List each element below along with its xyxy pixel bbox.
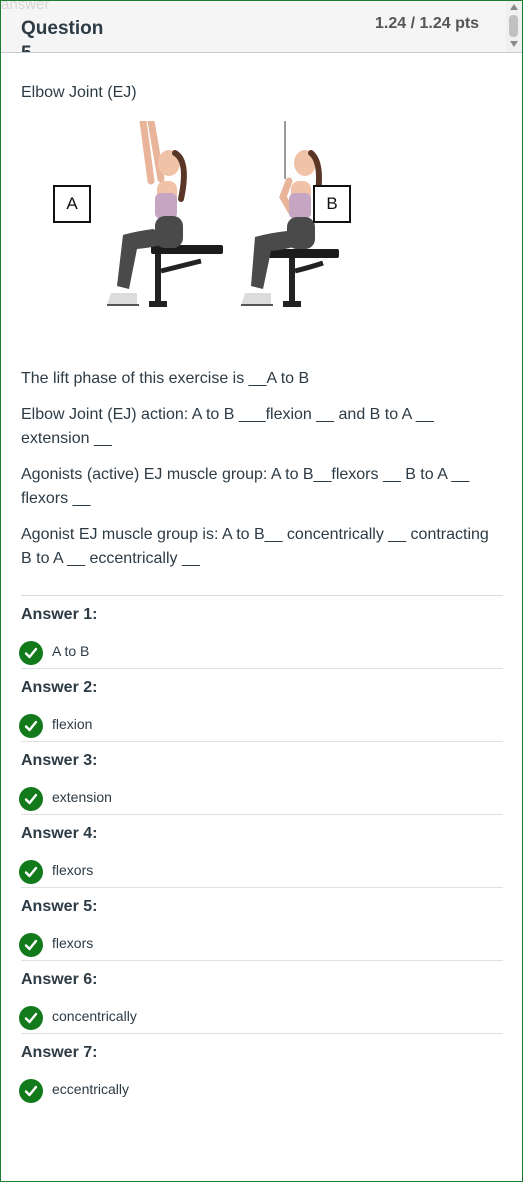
answer-value: extension bbox=[52, 789, 112, 805]
answer-block-2: Answer 2: flexion bbox=[19, 678, 503, 742]
figure-b bbox=[241, 150, 322, 306]
label-box-b: B bbox=[313, 185, 351, 223]
question-header: answer Question 5 1.24 / 1.24 pts bbox=[1, 1, 522, 53]
question-line-3: Agonists (active) EJ muscle group: A to … bbox=[21, 466, 470, 507]
answer-label: Answer 6: bbox=[21, 971, 98, 988]
check-circle-icon bbox=[19, 1006, 43, 1030]
answer-row: A to B bbox=[19, 635, 503, 669]
answer-label: Answer 7: bbox=[21, 1044, 98, 1061]
answer-row: flexors bbox=[19, 927, 503, 961]
header-scrollbar[interactable] bbox=[506, 1, 522, 52]
label-box-a: A bbox=[53, 185, 91, 223]
answer-label: Answer 2: bbox=[21, 679, 98, 696]
question-content: Elbow Joint (EJ) A B bbox=[21, 83, 503, 331]
question-line-1: The lift phase of this exercise is __A t… bbox=[21, 370, 310, 387]
answer-value: eccentrically bbox=[52, 1081, 130, 1097]
answer-value: flexors bbox=[52, 862, 94, 878]
exercise-figure: A B bbox=[51, 117, 371, 331]
answer-label: Answer 5: bbox=[21, 898, 98, 915]
answer-row: concentrically bbox=[19, 1000, 503, 1034]
answer-label: Answer 3: bbox=[21, 752, 98, 769]
check-circle-icon bbox=[19, 714, 43, 738]
answer-block-4: Answer 4: flexors bbox=[19, 824, 503, 888]
points-score: 1.24 / 1.24 pts bbox=[375, 15, 480, 32]
scroll-thumb[interactable] bbox=[509, 15, 518, 37]
exercise-illustration bbox=[107, 117, 339, 307]
question-card: answer Question 5 1.24 / 1.24 pts Elbow … bbox=[0, 0, 523, 1182]
answer-value: A to B bbox=[52, 643, 90, 659]
bench-a bbox=[149, 245, 223, 307]
answer-row: extension bbox=[19, 781, 503, 815]
scroll-down-arrow-icon[interactable] bbox=[510, 41, 518, 47]
question-line-4: Agonist EJ muscle group is: A to B__ con… bbox=[21, 526, 489, 567]
bench-b bbox=[267, 249, 339, 307]
check-circle-icon bbox=[19, 860, 43, 884]
answer-block-7: Answer 7: eccentrically bbox=[19, 1043, 503, 1107]
check-circle-icon bbox=[19, 641, 43, 665]
check-circle-icon bbox=[19, 1079, 43, 1103]
check-circle-icon bbox=[19, 787, 43, 811]
ghost-label: answer bbox=[1, 1, 50, 13]
answer-block-5: Answer 5: flexors bbox=[19, 897, 503, 961]
figure-a bbox=[107, 117, 187, 306]
answer-block-6: Answer 6: concentrically bbox=[19, 970, 503, 1034]
answer-row: eccentrically bbox=[19, 1073, 503, 1107]
answer-value: concentrically bbox=[52, 1008, 137, 1024]
answer-value: flexion bbox=[52, 716, 93, 732]
section-divider bbox=[21, 595, 503, 596]
answer-label: Answer 1: bbox=[21, 606, 98, 623]
joint-title: Elbow Joint (EJ) bbox=[21, 84, 137, 101]
question-number: 5 bbox=[21, 43, 32, 52]
scroll-up-arrow-icon[interactable] bbox=[510, 4, 518, 10]
check-circle-icon bbox=[19, 933, 43, 957]
question-line-2: Elbow Joint (EJ) action: A to B ___flexi… bbox=[21, 406, 434, 447]
answer-row: flexors bbox=[19, 854, 503, 888]
answer-label: Answer 4: bbox=[21, 825, 98, 842]
answer-value: flexors bbox=[52, 935, 94, 951]
question-title: Question bbox=[21, 18, 104, 39]
answer-block-1: Answer 1: A to B bbox=[19, 605, 503, 669]
answer-row: flexion bbox=[19, 708, 503, 742]
answer-block-3: Answer 3: extension bbox=[19, 751, 503, 815]
